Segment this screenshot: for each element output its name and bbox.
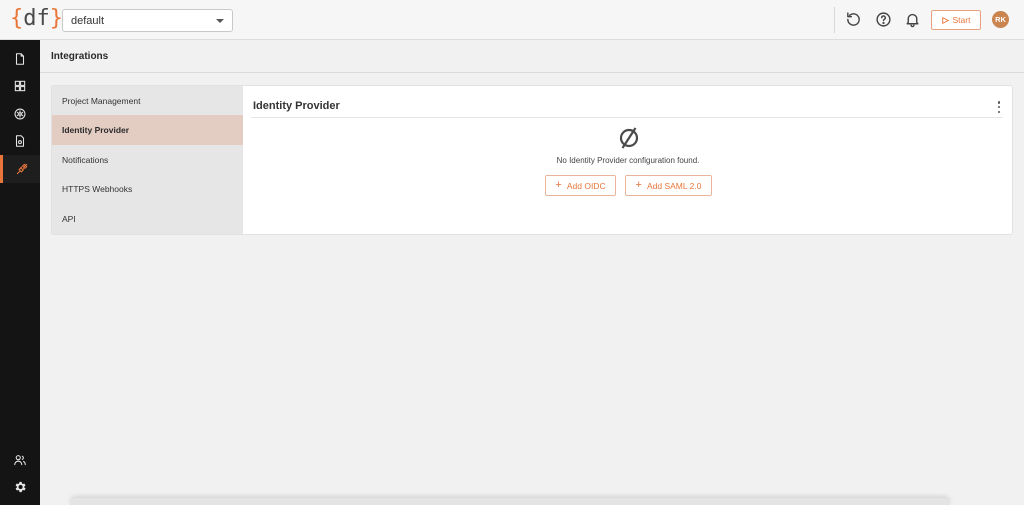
avatar-initials: RK	[995, 15, 1006, 24]
rail-item-files[interactable]	[0, 127, 40, 155]
nav-item-notifications[interactable]: Notifications	[52, 145, 243, 175]
rail-item-settings[interactable]	[0, 473, 40, 501]
rail-item-users[interactable]	[0, 446, 40, 474]
users-icon	[14, 455, 26, 466]
top-bar: {df} default Start RK	[0, 0, 1024, 40]
add-oidc-button[interactable]: + Add OIDC	[545, 175, 616, 196]
panel-title: Identity Provider	[253, 100, 340, 112]
rail-item-documents[interactable]	[0, 45, 40, 73]
files-icon	[15, 135, 25, 147]
add-saml-button[interactable]: + Add SAML 2.0	[625, 175, 712, 196]
chevron-down-icon	[216, 19, 224, 23]
add-oidc-label: Add OIDC	[566, 180, 606, 191]
nav-item-api[interactable]: API	[52, 204, 243, 234]
help-icon[interactable]	[875, 11, 892, 28]
document-icon	[15, 53, 25, 65]
plus-icon: +	[555, 179, 562, 191]
start-label: Start	[952, 15, 971, 25]
panel-divider	[251, 117, 1003, 118]
plus-icon: +	[635, 179, 642, 191]
namespace-select[interactable]: default	[62, 9, 233, 32]
nav-item-identity-provider[interactable]: Identity Provider	[52, 115, 243, 145]
add-saml-label: Add SAML 2.0	[646, 180, 702, 191]
logo-brace-right: }	[49, 6, 63, 31]
identity-provider-panel: Identity Provider No Identity Provider c…	[243, 86, 1012, 234]
avatar[interactable]: RK	[992, 11, 1009, 28]
nav-item-project-management[interactable]: Project Management	[52, 86, 243, 116]
play-icon	[941, 16, 949, 24]
page-title: Integrations	[51, 51, 109, 62]
gear-icon	[15, 481, 26, 493]
plug-icon	[16, 163, 27, 175]
namespace-value: default	[71, 15, 105, 27]
bottom-drawer-edge	[70, 498, 950, 505]
rail-item-kubernetes[interactable]	[0, 100, 40, 128]
page-header: Integrations	[40, 41, 1024, 73]
grid-icon	[14, 80, 26, 92]
empty-state-message: No Identity Provider configuration found…	[556, 156, 700, 165]
logo-text: df	[23, 6, 50, 31]
left-rail	[0, 40, 40, 505]
rail-item-integrations[interactable]	[0, 155, 40, 183]
start-button[interactable]: Start	[931, 10, 981, 30]
nav-item-https-webhooks[interactable]: HTTPS Webhooks	[52, 174, 243, 204]
toolbar-divider	[834, 7, 835, 33]
refresh-icon[interactable]	[845, 11, 862, 28]
empty-set-icon	[619, 127, 639, 149]
rail-item-dashboard[interactable]	[0, 72, 40, 100]
integrations-nav: Project Management Identity Provider Not…	[52, 86, 243, 234]
integrations-card: Project Management Identity Provider Not…	[51, 85, 1013, 235]
more-options-icon[interactable]	[994, 101, 1004, 113]
atom-icon	[14, 108, 26, 120]
app-logo[interactable]: {df}	[10, 5, 63, 33]
bell-icon[interactable]	[904, 11, 921, 28]
logo-brace-left: {	[10, 6, 24, 31]
